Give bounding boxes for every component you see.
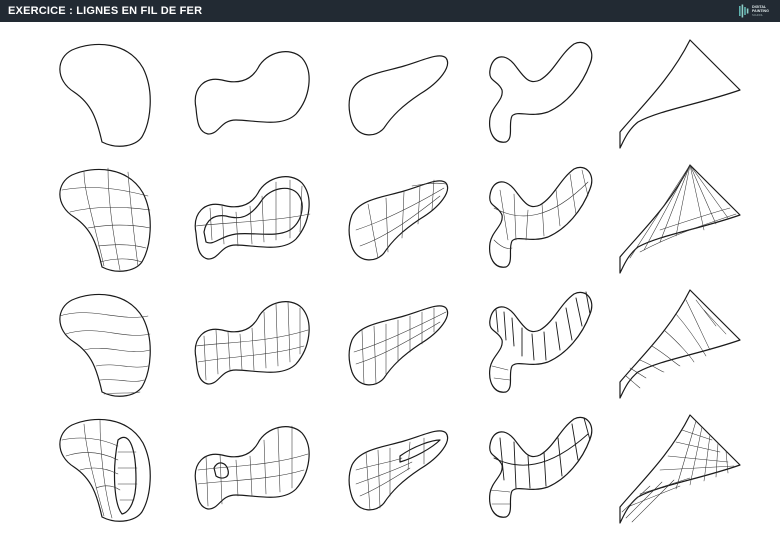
shape-5-outline: [619, 39, 741, 149]
shape-3-outline: [348, 55, 449, 136]
shape-2-outline: [194, 51, 310, 135]
shape-1-wireframe-c: [59, 418, 151, 522]
shape-5-wireframe-c: [619, 414, 741, 524]
shape-2-wireframe-c: [194, 425, 310, 510]
page-title: EXERCICE : LIGNES EN FIL DE FER: [8, 5, 203, 17]
shape-4-wireframe-c: [489, 416, 593, 518]
shape-4-wireframe-a: [489, 166, 593, 268]
shape-4-wireframe-b: [489, 291, 593, 393]
header-bar: EXERCICE : LIGNES EN FIL DE FER DIGITAL …: [0, 0, 780, 22]
shape-5-wireframe-a: [619, 164, 741, 274]
shape-4-outline: [489, 41, 593, 143]
shape-2-wireframe-b: [194, 301, 310, 385]
logo-wordmark: DIGITAL PAINTING SCHOOL: [752, 4, 769, 17]
exercise-sheet: [59, 39, 741, 524]
shape-3-wireframe-b: [348, 305, 449, 386]
shape-3-wireframe-a: [348, 179, 449, 261]
shape-2-wireframe-a: [194, 176, 311, 260]
shape-3-wireframe-c: [348, 430, 449, 511]
shape-5-wireframe-b: [619, 289, 741, 399]
brush-stroke-icon: [739, 4, 749, 18]
shape-1-wireframe-a: [59, 167, 151, 272]
shape-1-outline: [59, 43, 151, 147]
brand-logo: DIGITAL PAINTING SCHOOL: [738, 3, 772, 19]
shape-1-wireframe-b: [59, 293, 151, 397]
